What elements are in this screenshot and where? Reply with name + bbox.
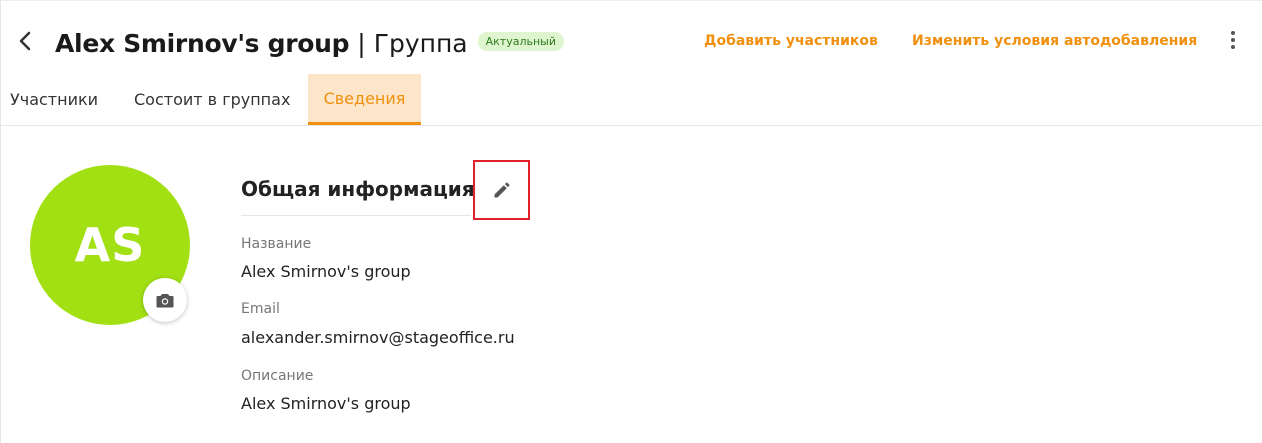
section-divider (241, 215, 471, 216)
more-options-button[interactable] (1222, 24, 1244, 56)
edit-button[interactable] (484, 172, 520, 208)
camera-icon (156, 293, 174, 307)
pencil-icon (494, 182, 510, 198)
field-value-email: alexander.smirnov@stageoffice.ru (241, 328, 515, 347)
avatar-initials: AS (74, 218, 146, 272)
field-value-description: Alex Smirnov's group (241, 394, 411, 413)
status-badge: Актуальный (477, 31, 564, 51)
title-separator: | (357, 28, 366, 58)
field-label-name: Название (241, 236, 312, 252)
change-photo-button[interactable] (143, 278, 187, 322)
page-header: Alex Smirnov's group | Группа Актуальный… (0, 0, 1262, 72)
field-label-email: Email (241, 301, 280, 317)
more-vertical-icon (1231, 31, 1235, 35)
change-autoadd-link[interactable]: Изменить условия автодобавления (912, 33, 1197, 49)
section-title-general-info: Общая информация (241, 177, 475, 201)
tab-member-of-groups[interactable]: Состоит в группах (134, 74, 290, 125)
field-value-name: Alex Smirnov's group (241, 262, 411, 281)
field-label-description: Описание (241, 368, 314, 384)
tab-bar: Участники Состоит в группах Сведения (0, 74, 1262, 126)
group-type: Группа (373, 28, 468, 58)
tab-details[interactable]: Сведения (308, 74, 421, 125)
tab-members[interactable]: Участники (10, 74, 98, 125)
back-button[interactable] (14, 26, 36, 56)
group-name: Alex Smirnov's group (55, 28, 350, 58)
chevron-left-icon (19, 31, 31, 51)
add-members-link[interactable]: Добавить участников (704, 33, 878, 49)
page-title: Alex Smirnov's group | Группа Актуальный (55, 27, 564, 59)
